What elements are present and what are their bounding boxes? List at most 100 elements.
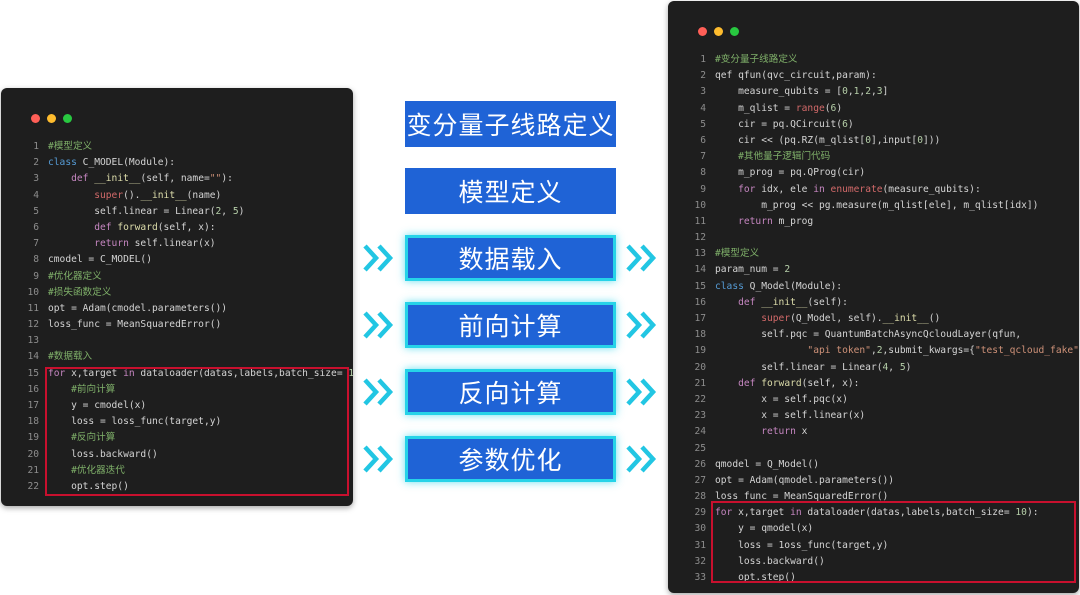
code-line: 18 self.pqc = QuantumBatchAsyncQcloudLay… <box>668 327 1079 343</box>
code-text: m_prog << pg.measure(m_qlist[ele], m_qli… <box>715 199 1039 211</box>
line-number: 24 <box>694 426 706 438</box>
code-text: #其他量子逻辑门代码 <box>715 151 831 163</box>
line-number: 11 <box>27 302 39 314</box>
window-controls <box>31 114 72 123</box>
code-text: return m_prog <box>738 215 814 227</box>
code-line: 15 class Q_Model(Module): <box>668 279 1079 295</box>
line-number: 6 <box>700 134 706 146</box>
line-number: 30 <box>694 523 706 535</box>
line-number: 3 <box>700 86 706 98</box>
code-text: def forward(self, x): <box>94 221 216 233</box>
close-dot-icon[interactable] <box>31 114 40 123</box>
highlight-training-loop-right <box>711 501 1076 583</box>
line-number: 31 <box>694 539 706 551</box>
code-line: 2 class C_MODEL(Module): <box>1 155 353 171</box>
line-number: 16 <box>27 383 39 395</box>
line-number: 17 <box>694 313 706 324</box>
line-number: 25 <box>694 442 706 454</box>
line-number: 8 <box>700 167 706 179</box>
line-number: 13 <box>694 248 706 260</box>
code-text: for idx, ele in enumerate(measure_qubits… <box>738 183 981 195</box>
code-line: 22 x = self.pqc(x) <box>668 392 1079 408</box>
step-label: 参数优化 <box>458 446 563 475</box>
code-line: 3 def __init__(self, name=""): <box>1 171 353 187</box>
window-controls <box>698 27 739 36</box>
minimize-dot-icon[interactable] <box>714 27 723 36</box>
chevron-right-icon <box>626 311 657 339</box>
code-line: 2 qef qfun(qvc_circuit,param): <box>668 68 1079 84</box>
line-number: 21 <box>27 464 39 476</box>
code-text: def forward(self, x): <box>738 377 860 389</box>
step-label: 反向计算 <box>458 379 563 408</box>
code-line: 4 super().__init__(name) <box>1 188 353 204</box>
line-number: 13 <box>27 335 39 347</box>
code-line: 11 opt = Adam(cmodel.parameters()) <box>1 301 353 317</box>
highlight-training-loop-left <box>45 367 349 496</box>
step-circuit-definition: 变分量子线路定义 <box>405 101 616 147</box>
code-line: 10 m_prog << pg.measure(m_qlist[ele], m_… <box>668 198 1079 214</box>
maximize-dot-icon[interactable] <box>63 114 72 123</box>
line-number: 28 <box>694 491 706 503</box>
code-text: cir = pq.QCircuit(6) <box>715 118 854 130</box>
close-dot-icon[interactable] <box>698 27 707 36</box>
chevron-right-icon <box>626 244 657 272</box>
step-label: 模型定义 <box>458 178 563 207</box>
line-number: 7 <box>33 238 39 250</box>
code-line: 5 cir = pq.QCircuit(6) <box>668 117 1079 133</box>
maximize-dot-icon[interactable] <box>730 27 739 36</box>
line-number: 18 <box>694 329 706 341</box>
code-line: 1 #变分量子线路定义 <box>668 52 1079 68</box>
code-text: #模型定义 <box>715 248 760 260</box>
code-line: 12 <box>668 230 1079 246</box>
step-label: 变分量子线路定义 <box>406 111 615 140</box>
code-line: 12 loss_func = MeanSquaredError() <box>1 317 353 333</box>
step-forward-pass: 前向计算 <box>405 302 616 348</box>
line-number: 15 <box>694 280 706 292</box>
code-line: 14 param_num = 2 <box>668 262 1079 278</box>
chevron-right-icon <box>626 378 657 406</box>
code-line: 9 for idx, ele in enumerate(measure_qubi… <box>668 182 1079 198</box>
code-text: #模型定义 <box>48 141 93 152</box>
code-text: cir << (pq.RZ(m_qlist[0],input[0])) <box>715 134 941 146</box>
line-number: 11 <box>694 215 706 227</box>
minimize-dot-icon[interactable] <box>47 114 56 123</box>
line-number: 33 <box>694 572 706 583</box>
code-line: 19 "api token",2,submit_kwargs={"test_qc… <box>668 343 1079 359</box>
line-number: 7 <box>700 151 706 163</box>
line-number: 8 <box>33 254 39 266</box>
line-number: 5 <box>33 205 39 217</box>
code-line: 3 measure_qubits = [0,1,2,3] <box>668 84 1079 100</box>
code-line: 6 def forward(self, x): <box>1 220 353 236</box>
line-number: 1 <box>33 141 39 152</box>
line-number: 9 <box>700 183 706 195</box>
line-number: 4 <box>33 189 39 201</box>
chevron-right-icon <box>363 244 394 272</box>
code-text: #数据载入 <box>48 351 93 363</box>
chevron-right-icon <box>363 378 394 406</box>
line-number: 16 <box>694 296 706 308</box>
line-number: 10 <box>27 286 39 298</box>
line-number: 23 <box>694 410 706 422</box>
code-line: 23 x = self.linear(x) <box>668 408 1079 424</box>
code-line: 20 self.linear = Linear(4, 5) <box>668 360 1079 376</box>
code-text: self.linear = Linear(4, 5) <box>715 361 912 373</box>
code-line: 14 #数据载入 <box>1 349 353 365</box>
code-line: 21 def forward(self, x): <box>668 376 1079 392</box>
code-line: 11 return m_prog <box>668 214 1079 230</box>
code-line: 13 <box>1 333 353 349</box>
line-number: 19 <box>27 432 39 444</box>
step-backward-pass: 反向计算 <box>405 369 616 415</box>
code-text: param_num = 2 <box>715 264 791 276</box>
code-text: opt = Adam(qmodel.parameters()) <box>715 474 895 486</box>
code-text: super().__init__(name) <box>94 189 222 201</box>
line-number: 29 <box>694 507 706 519</box>
code-text: #损失函数定义 <box>48 286 112 298</box>
code-line: 7 #其他量子逻辑门代码 <box>668 149 1079 165</box>
line-number: 20 <box>27 448 39 460</box>
code-text: return x <box>761 426 808 438</box>
code-line: 6 cir << (pq.RZ(m_qlist[0],input[0])) <box>668 133 1079 149</box>
line-number: 32 <box>694 555 706 567</box>
line-number: 22 <box>27 480 39 492</box>
code-line: 10 #损失函数定义 <box>1 285 353 301</box>
code-text: #优化器定义 <box>48 270 102 282</box>
